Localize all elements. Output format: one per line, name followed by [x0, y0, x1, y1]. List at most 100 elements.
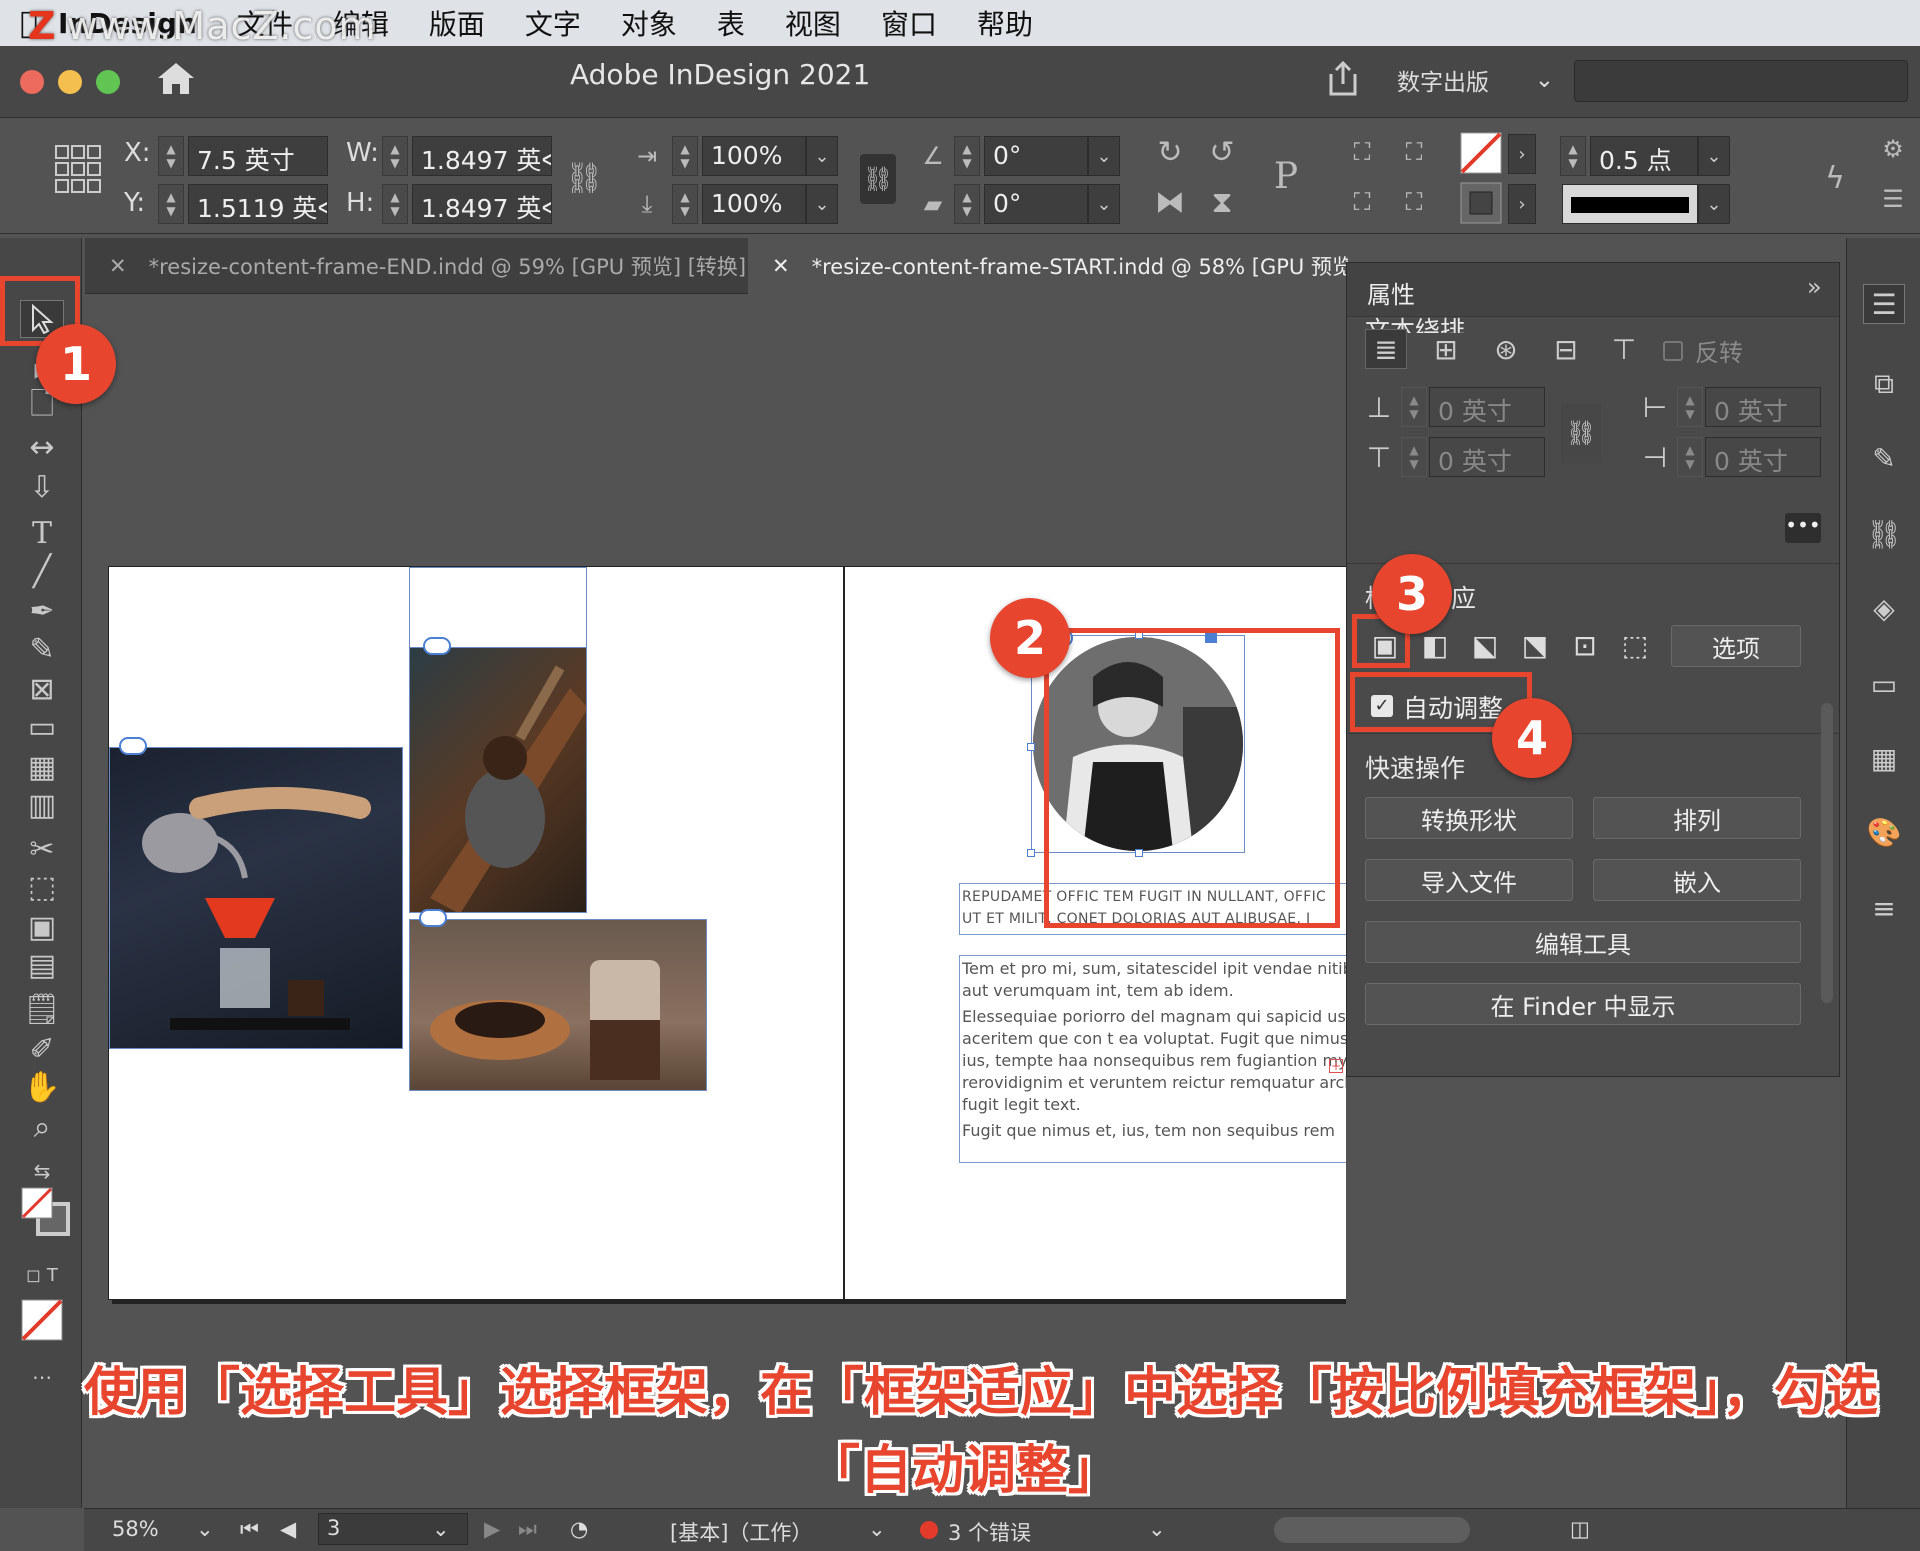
links-panel-icon[interactable]: ⛓ — [1863, 514, 1905, 554]
pencil-tool-icon[interactable]: ✎ — [20, 630, 64, 668]
select-content-icon[interactable]: ⛶ — [1340, 180, 1384, 224]
pour-over-coffee-image[interactable] — [109, 747, 403, 1049]
pen-tool-icon[interactable]: ✒ — [20, 592, 64, 630]
errors-dropdown-icon[interactable]: ⌄ — [1148, 1517, 1166, 1541]
bottom-offset-stepper[interactable]: ▲ ▼ — [1401, 437, 1427, 477]
resize-handle[interactable] — [1027, 849, 1035, 857]
select-container-icon[interactable]: ⛶ — [1340, 130, 1384, 174]
scale-y-dropdown[interactable]: ⌄ — [806, 184, 838, 224]
w-stepper[interactable]: ▲ ▼ — [382, 136, 408, 176]
constrain-scale-icon[interactable]: ⛓ — [860, 154, 896, 204]
minimize-window-button[interactable] — [58, 70, 82, 94]
link-badge-icon[interactable] — [423, 637, 451, 655]
free-transform-tool-icon[interactable]: ⬚ — [20, 868, 64, 906]
link-offsets-icon[interactable]: ⛓ — [1561, 403, 1601, 463]
stroke-panel-icon[interactable]: ≡ — [1863, 888, 1905, 928]
cc-libraries-icon[interactable]: ✎ — [1863, 438, 1905, 478]
shear-field[interactable]: 0° — [984, 184, 1088, 224]
fill-stroke-swatch-icon[interactable] — [20, 1186, 72, 1238]
h-stepper[interactable]: ▲ ▼ — [382, 184, 408, 224]
error-count[interactable]: 3 个错误 — [948, 1517, 1031, 1547]
rotation-dropdown[interactable]: ⌄ — [1088, 136, 1120, 176]
h-field[interactable]: 1.8497 英ᐸ — [412, 184, 552, 224]
scale-x-stepper[interactable]: ▲ ▼ — [672, 136, 698, 176]
rotation-stepper[interactable]: ▲ ▼ — [954, 136, 980, 176]
stroke-weight-dropdown[interactable]: ⌄ — [1698, 136, 1730, 176]
jump-object-icon[interactable]: ⊟ — [1545, 329, 1587, 369]
properties-panel-icon[interactable]: ☰ — [1863, 284, 1905, 324]
search-input[interactable] — [1574, 60, 1908, 102]
next-page-icon[interactable]: ▶ — [484, 1517, 500, 1541]
rotate-counterclockwise-icon[interactable]: ↺ — [1200, 130, 1244, 174]
show-in-finder-button[interactable]: 在 Finder 中显示 — [1365, 983, 1801, 1025]
zoom-window-button[interactable] — [96, 70, 120, 94]
convert-shape-button[interactable]: 转换形状 — [1365, 797, 1573, 839]
menu-help[interactable]: 帮助 — [977, 3, 1033, 43]
gap-tool-icon[interactable]: ↔ — [20, 428, 64, 466]
menu-view[interactable]: 视图 — [785, 3, 841, 43]
close-window-button[interactable] — [20, 70, 44, 94]
left-offset-stepper[interactable]: ▲ ▼ — [1677, 387, 1703, 427]
edit-tool-button[interactable]: 编辑工具 — [1365, 921, 1801, 963]
quick-apply-icon[interactable]: ϟ — [1818, 158, 1852, 198]
y-field[interactable]: 1.5119 英ᐸ — [188, 184, 328, 224]
rotate-clockwise-icon[interactable]: ↻ — [1148, 130, 1192, 174]
invert-checkbox[interactable] — [1663, 341, 1683, 361]
gradient-feather-tool-icon[interactable]: ▤ — [20, 946, 64, 984]
shear-stepper[interactable]: ▲ ▼ — [954, 184, 980, 224]
tab-end-document[interactable]: ✕ *resize-content-frame-END.indd @ 59% [… — [85, 238, 745, 294]
constrain-proportions-icon[interactable]: ⛓ — [565, 160, 603, 196]
gradient-swatch-tool-icon[interactable]: ▣ — [20, 908, 64, 946]
line-tool-icon[interactable]: ╱ — [20, 552, 64, 590]
resize-handle[interactable] — [1027, 743, 1035, 751]
stroke-weight-stepper[interactable]: ▲ ▼ — [1560, 136, 1586, 176]
swatches-panel-icon[interactable]: ▦ — [1863, 738, 1905, 778]
scale-x-field[interactable]: 100% — [702, 136, 806, 176]
page-dropdown-icon[interactable]: ⌄ — [432, 1517, 450, 1541]
stroke-swatch-icon[interactable] — [1460, 182, 1502, 224]
zoom-dropdown-icon[interactable]: ⌄ — [196, 1517, 214, 1541]
rectangle-frame-tool-icon[interactable]: ⊠ — [20, 670, 64, 708]
fill-dropdown[interactable]: › — [1508, 134, 1536, 174]
wrap-bounding-box-icon[interactable]: ⊞ — [1425, 329, 1467, 369]
link-badge-icon[interactable] — [419, 909, 447, 927]
fill-none-swatch-icon[interactable] — [1460, 132, 1502, 174]
first-page-icon[interactable]: ⏮ — [240, 1517, 259, 1542]
rotation-field[interactable]: 0° — [984, 136, 1088, 176]
shear-dropdown[interactable]: ⌄ — [1088, 184, 1120, 224]
embed-button[interactable]: 嵌入 — [1593, 859, 1801, 901]
y-stepper[interactable]: ▲ ▼ — [158, 184, 184, 224]
right-offset-stepper[interactable]: ▲ ▼ — [1677, 437, 1703, 477]
menu-layout[interactable]: 版面 — [429, 3, 485, 43]
x-field[interactable]: 7.5 英寸 — [188, 136, 328, 176]
close-tab-icon[interactable]: ✕ — [109, 254, 127, 278]
arrange-button[interactable]: 排列 — [1593, 797, 1801, 839]
w-field[interactable]: 1.8497 英ᐸ — [412, 136, 552, 176]
scale-y-field[interactable]: 100% — [702, 184, 806, 224]
import-file-button[interactable]: 导入文件 — [1365, 859, 1573, 901]
scale-y-stepper[interactable]: ▲ ▼ — [672, 184, 698, 224]
menu-object[interactable]: 对象 — [621, 3, 677, 43]
note-tool-icon[interactable]: 🗒 — [20, 990, 64, 1028]
profile-dropdown-icon[interactable]: ⌄ — [868, 1517, 886, 1541]
scale-x-dropdown[interactable]: ⌄ — [806, 136, 838, 176]
last-page-icon[interactable]: ⏭ — [518, 1517, 537, 1542]
flip-horizontal-icon[interactable]: ⧓ — [1148, 180, 1192, 224]
content-collector-tool-icon[interactable]: ⇩ — [20, 468, 64, 506]
jump-to-next-column-icon[interactable]: ⊤ — [1603, 329, 1645, 369]
table-tool-icon[interactable]: ▦ — [20, 748, 64, 786]
stroke-type-selector[interactable] — [1562, 184, 1698, 224]
workspace-switcher[interactable]: 数字出版 ⌄ — [1393, 60, 1558, 100]
more-options-icon[interactable]: ••• — [1785, 513, 1821, 543]
link-badge-icon[interactable] — [119, 737, 147, 755]
tab-start-document[interactable]: ✕ *resize-content-frame-START.indd @ 58%… — [748, 238, 1348, 294]
left-offset-field[interactable]: 0 英寸 — [1705, 387, 1821, 427]
body-text-frame[interactable]: Tem et pro mi, sum, sitatescidel ipit ve… — [959, 955, 1346, 1163]
zoom-level[interactable]: 58% — [112, 1517, 159, 1541]
right-offset-field[interactable]: 0 英寸 — [1705, 437, 1821, 477]
rectangle-tool-icon[interactable]: ▭ — [20, 708, 64, 746]
stroke-weight-field[interactable]: 0.5 点 — [1590, 136, 1698, 176]
preflight-profile[interactable]: [基本]（工作） — [670, 1517, 812, 1547]
gradient-panel-icon[interactable]: ▭ — [1863, 664, 1905, 704]
frame-fitting-options-button[interactable]: 选项 — [1671, 625, 1801, 667]
